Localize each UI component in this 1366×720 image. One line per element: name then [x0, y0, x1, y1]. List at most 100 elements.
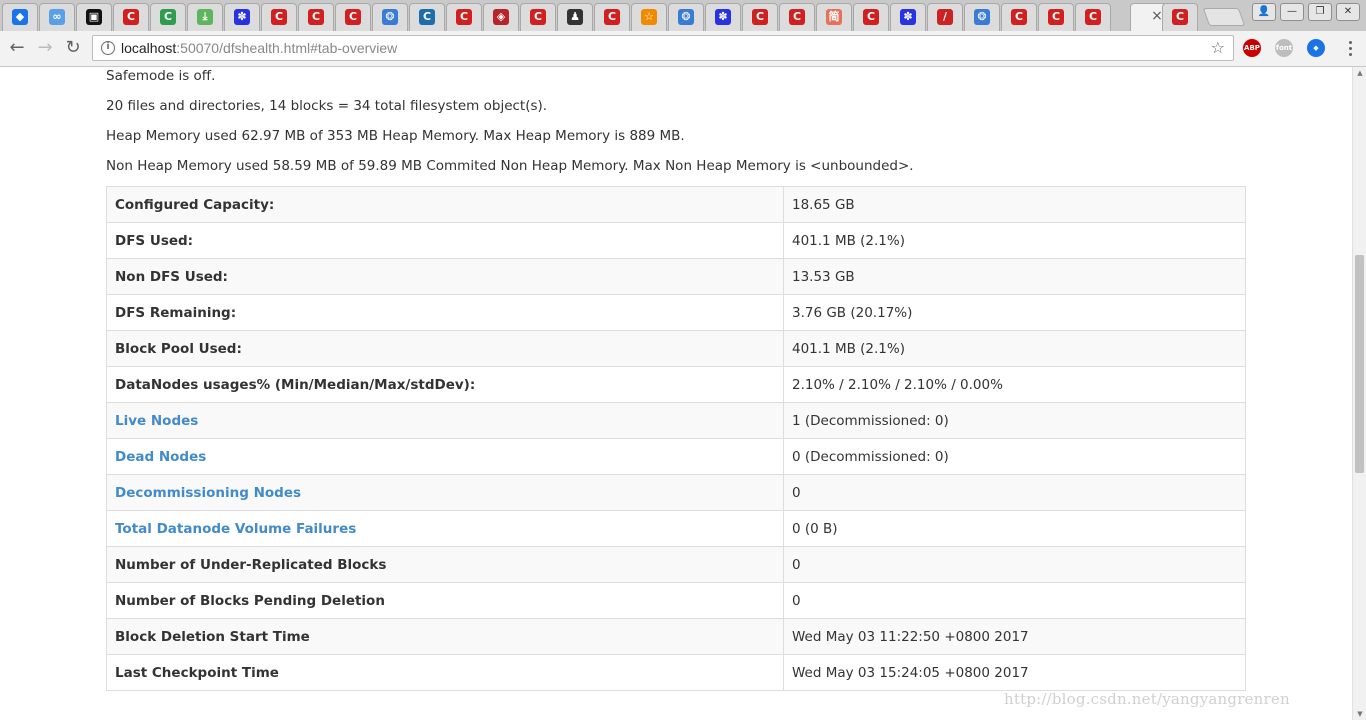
- row-value: 1 (Decommissioned: 0): [783, 402, 1246, 439]
- tab-12[interactable]: C: [409, 3, 445, 31]
- csdn-icon: C: [1085, 9, 1101, 25]
- url-path: :50070/dfshealth.html#tab-overview: [176, 40, 398, 56]
- safemode-status: Safemode is off.: [106, 68, 216, 84]
- penguin-icon: ♟: [567, 9, 583, 25]
- row-value: 0 (0 B): [783, 510, 1246, 547]
- tab-2[interactable]: ∞: [39, 3, 75, 31]
- bookmark-star-icon[interactable]: ☆: [1211, 38, 1225, 57]
- tab-9[interactable]: C: [298, 3, 334, 31]
- filesystem-objects: 20 files and directories, 14 blocks = 34…: [106, 98, 548, 114]
- address-bar[interactable]: i localhost:50070/dfshealth.html#tab-ove…: [92, 35, 1234, 61]
- tab-21[interactable]: C: [742, 3, 778, 31]
- tab-13[interactable]: C: [446, 3, 482, 31]
- dfs-summary-table: Configured Capacity: 18.65 GB DFS Used: 401…: [106, 186, 1246, 691]
- new-tab-button[interactable]: [1202, 8, 1246, 26]
- bookmark-blue-icon: ◆: [12, 9, 28, 25]
- row-value: Wed May 03 11:22:50 +0800 2017: [783, 618, 1246, 655]
- row-label: DataNodes usages% (Min/Median/Max/stdDev…: [106, 366, 784, 403]
- row-label: Non DFS Used:: [106, 258, 784, 295]
- tab-15[interactable]: C: [520, 3, 556, 31]
- tab-20[interactable]: ✽: [705, 3, 741, 31]
- adblock-plus-icon[interactable]: ABP: [1243, 39, 1261, 57]
- csdn-icon: C: [530, 9, 546, 25]
- csdn-icon: C: [863, 9, 879, 25]
- download-icon: ⤓: [197, 9, 213, 25]
- tab-csdn[interactable]: C: [1162, 3, 1198, 31]
- tab-3[interactable]: ▣: [76, 3, 112, 31]
- tab-1[interactable]: ◆: [2, 3, 38, 31]
- tab-10[interactable]: C: [335, 3, 371, 31]
- tab-17[interactable]: C: [594, 3, 630, 31]
- table-row: DFS Used: 401.1 MB (2.1%): [106, 222, 1246, 259]
- row-label: Block Deletion Start Time: [106, 618, 784, 655]
- vertical-scrollbar[interactable]: ▲ ▼: [1352, 67, 1366, 720]
- restore-icon[interactable]: ❐: [1308, 3, 1332, 21]
- tab-7[interactable]: ✽: [224, 3, 260, 31]
- tab-14[interactable]: ◈: [483, 3, 519, 31]
- table-row: Number of Under-Replicated Blocks 0: [106, 546, 1246, 583]
- tab-27[interactable]: ❂: [964, 3, 1000, 31]
- font-icon[interactable]: font: [1275, 39, 1293, 57]
- tab-5[interactable]: C: [150, 3, 186, 31]
- tab-29[interactable]: C: [1038, 3, 1074, 31]
- row-label-link[interactable]: Live Nodes: [106, 402, 784, 439]
- table-row: Decommissioning Nodes 0: [106, 474, 1246, 511]
- row-label: DFS Remaining:: [106, 294, 784, 331]
- row-label-link[interactable]: Decommissioning Nodes: [106, 474, 784, 511]
- menu-icon[interactable]: [1343, 39, 1357, 57]
- window-controls: 👤 — ❐ ✕: [1252, 3, 1360, 21]
- minimize-icon[interactable]: —: [1280, 3, 1304, 21]
- row-label: Last Checkpoint Time: [106, 654, 784, 691]
- csdn-icon: C: [604, 9, 620, 25]
- tab-28[interactable]: C: [1001, 3, 1037, 31]
- row-value: 401.1 MB (2.1%): [783, 330, 1246, 367]
- tab-23[interactable]: 简: [816, 3, 852, 31]
- tab-19[interactable]: ❂: [668, 3, 704, 31]
- user-icon[interactable]: 👤: [1252, 3, 1276, 21]
- back-arrow-icon[interactable]: ←: [6, 37, 28, 59]
- tab-6[interactable]: ⤓: [187, 3, 223, 31]
- tab-26[interactable]: /: [927, 3, 963, 31]
- row-value: 0: [783, 474, 1246, 511]
- bookmark-blue-icon[interactable]: ◆: [1307, 39, 1325, 57]
- row-label: Block Pool Used:: [106, 330, 784, 367]
- jianshu-icon: 简: [826, 9, 842, 25]
- scrollbar-thumb[interactable]: [1355, 255, 1364, 473]
- table-row: Live Nodes 1 (Decommissioned: 0): [106, 402, 1246, 439]
- row-label: Number of Blocks Pending Deletion: [106, 582, 784, 619]
- reload-icon[interactable]: ↻: [62, 37, 84, 59]
- row-label: Number of Under-Replicated Blocks: [106, 546, 784, 583]
- tab-24[interactable]: C: [853, 3, 889, 31]
- scroll-up-icon[interactable]: ▲: [1355, 69, 1365, 77]
- tab-4[interactable]: C: [113, 3, 149, 31]
- csdn-icon: C: [1048, 9, 1064, 25]
- heap-memory: Heap Memory used 62.97 MB of 353 MB Heap…: [106, 128, 685, 144]
- tab-30[interactable]: C: [1075, 3, 1111, 31]
- forward-arrow-icon[interactable]: →: [34, 37, 56, 59]
- row-value: 2.10% / 2.10% / 2.10% / 0.00%: [783, 366, 1246, 403]
- csdn-icon: C: [271, 9, 287, 25]
- csdn-icon: C: [1011, 9, 1027, 25]
- tab-18[interactable]: ☆: [631, 3, 667, 31]
- close-window-icon[interactable]: ✕: [1336, 3, 1360, 21]
- non-heap-memory: Non Heap Memory used 58.59 MB of 59.89 M…: [106, 158, 914, 174]
- scroll-down-icon[interactable]: ▼: [1355, 710, 1365, 718]
- table-row: Configured Capacity: 18.65 GB: [106, 186, 1246, 223]
- star-orange-icon: ☆: [641, 9, 657, 25]
- tab-16[interactable]: ♟: [557, 3, 593, 31]
- tab-8[interactable]: C: [261, 3, 297, 31]
- table-row: DFS Remaining: 3.76 GB (20.17%): [106, 294, 1246, 331]
- table-row: DataNodes usages% (Min/Median/Max/stdDev…: [106, 366, 1246, 403]
- tab-22[interactable]: C: [779, 3, 815, 31]
- url-text[interactable]: localhost:50070/dfshealth.html#tab-overv…: [121, 40, 397, 56]
- row-label-link[interactable]: Total Datanode Volume Failures: [106, 510, 784, 547]
- table-row: Dead Nodes 0 (Decommissioned: 0): [106, 438, 1246, 475]
- tab-strip: ◆ ∞ ▣ C C ⤓ ✽ C C C ❂ C C ◈ C ♟ C ☆ ❂ ✽ C C 简 C ✽ / ❂ C C C × C 👤 — ❐…: [0, 0, 1366, 32]
- row-value: 401.1 MB (2.1%): [783, 222, 1246, 259]
- row-label-link[interactable]: Dead Nodes: [106, 438, 784, 475]
- tab-11[interactable]: ❂: [372, 3, 408, 31]
- row-value: 18.65 GB: [783, 186, 1246, 223]
- info-icon[interactable]: i: [101, 41, 115, 55]
- tab-25[interactable]: ✽: [890, 3, 926, 31]
- infinity-icon: ∞: [49, 9, 65, 25]
